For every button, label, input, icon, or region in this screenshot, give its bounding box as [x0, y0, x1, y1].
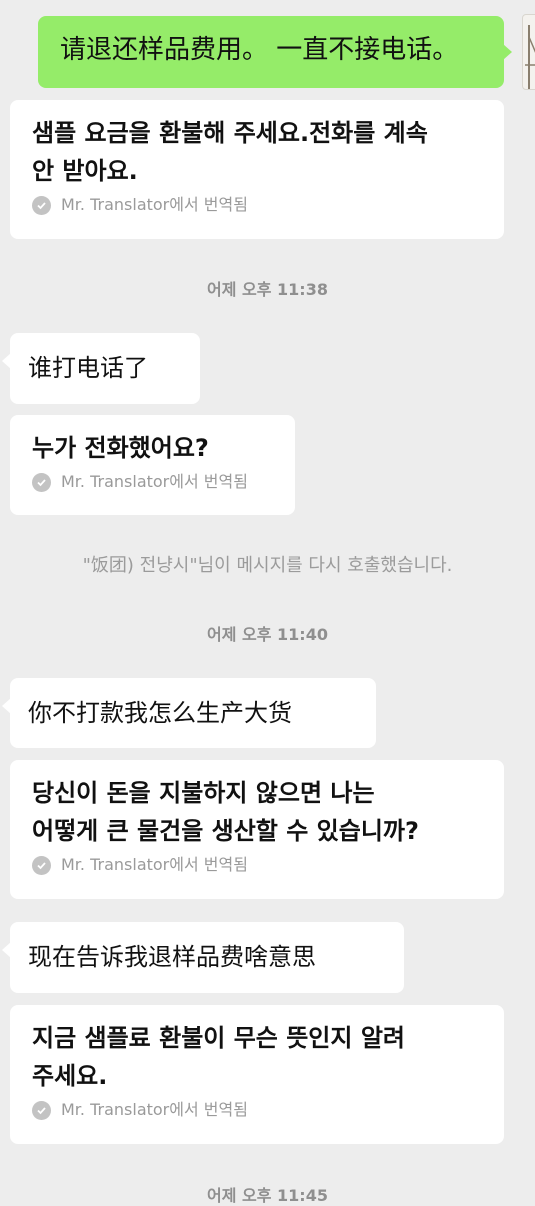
received-message-bubble[interactable]: 现在告诉我退样品费啥意思 — [2, 922, 404, 993]
translation-card[interactable]: 샘플 요금을 환불해 주세요.전화를 계속 안 받아요. Mr. Transla… — [10, 100, 504, 239]
message-timestamp: 어제 오후 11:40 — [207, 625, 328, 644]
check-circle-icon — [32, 1100, 51, 1120]
bubble-tail — [503, 44, 512, 60]
translation-text: 당신이 돈을 지불하지 않으면 나는 어떻게 큰 물건을 생산할 수 있습니까? — [32, 779, 419, 845]
check-circle-icon — [32, 855, 51, 875]
translation-footer: Mr. Translator에서 번역됨 — [32, 469, 273, 495]
bubble-tail — [2, 942, 11, 958]
translation-card[interactable]: 지금 샘플료 환불이 무슨 뜻인지 알려 주세요. Mr. Translator… — [10, 1005, 504, 1144]
received-message-text: 谁打电话了 — [28, 354, 148, 382]
sent-message-bubble[interactable]: 请退还样品费用。 一直不接电话。 — [38, 16, 512, 88]
recall-notice: "饭团) 전냥시"님이 메시지를 다시 호출했습니다. — [82, 555, 453, 576]
translation-text: 누가 전화했어요? — [32, 434, 209, 462]
bubble-tail — [2, 698, 11, 714]
received-message-bubble[interactable]: 你不打款我怎么生产大货 — [2, 678, 376, 748]
message-timestamp: 어제 오후 11:38 — [207, 280, 328, 299]
translation-source-label: Mr. Translator에서 번역됨 — [61, 472, 248, 491]
translation-footer: Mr. Translator에서 번역됨 — [32, 1097, 482, 1123]
translation-footer: Mr. Translator에서 번역됨 — [32, 852, 482, 878]
translation-footer: Mr. Translator에서 번역됨 — [32, 192, 482, 218]
check-circle-icon — [32, 472, 51, 492]
received-message-text: 你不打款我怎么生产大货 — [28, 699, 292, 727]
check-circle-icon — [32, 195, 51, 215]
sent-message-text: 请退还样品费用。 一直不接电话。 — [60, 35, 459, 65]
received-message-bubble[interactable]: 谁打电话了 — [2, 333, 200, 404]
translation-card[interactable]: 누가 전화했어요? Mr. Translator에서 번역됨 — [10, 415, 295, 515]
translation-source-label: Mr. Translator에서 번역됨 — [61, 1100, 248, 1119]
message-timestamp: 어제 오후 11:45 — [207, 1186, 328, 1205]
received-message-text: 现在告诉我退样品费啥意思 — [28, 943, 316, 971]
translation-card[interactable]: 당신이 돈을 지불하지 않으면 나는 어떻게 큰 물건을 생산할 수 있습니까?… — [10, 760, 504, 899]
user-avatar[interactable] — [522, 14, 535, 90]
translation-source-label: Mr. Translator에서 번역됨 — [61, 855, 248, 874]
translation-source-label: Mr. Translator에서 번역됨 — [61, 195, 248, 214]
bubble-tail — [2, 353, 11, 369]
translation-text: 샘플 요금을 환불해 주세요.전화를 계속 안 받아요. — [32, 119, 428, 185]
translation-text: 지금 샘플료 환불이 무슨 뜻인지 알려 주세요. — [32, 1024, 405, 1090]
